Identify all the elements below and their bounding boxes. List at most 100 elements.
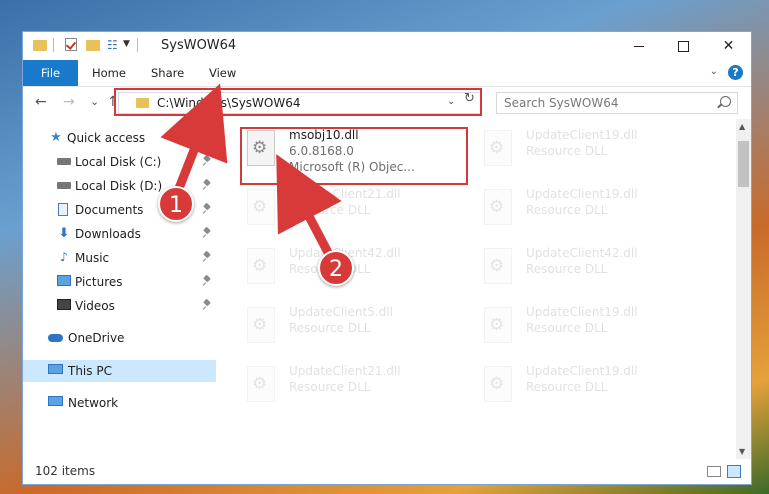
item-count: 102 items xyxy=(35,464,96,478)
file-item[interactable]: UpdateClient19.dll Resource DLL xyxy=(478,181,703,233)
file-name: UpdateClient19.dll xyxy=(526,187,638,201)
sidebar-item-network[interactable]: Network xyxy=(23,392,216,414)
file-item[interactable]: UpdateClient42.dll Resource DLL xyxy=(478,240,703,292)
properties-check-icon[interactable] xyxy=(65,38,77,51)
step-badge-2: 2 xyxy=(318,250,354,286)
sidebar-item-label: This PC xyxy=(68,364,112,378)
minimize-button[interactable] xyxy=(616,32,661,60)
star-icon: ★ xyxy=(50,130,62,145)
maximize-button[interactable] xyxy=(661,32,706,60)
sidebar-item-label: Pictures xyxy=(75,275,123,289)
tab-view[interactable]: View xyxy=(209,60,236,86)
file-item[interactable]: UpdateClient19.dll Resource DLL xyxy=(478,358,703,410)
new-folder-icon[interactable] xyxy=(86,40,100,51)
disk-icon xyxy=(57,158,71,165)
dll-file-icon xyxy=(484,130,512,166)
file-type: Resource DLL xyxy=(289,321,371,335)
help-icon[interactable]: ? xyxy=(728,65,743,80)
properties-icon[interactable]: ☷ xyxy=(107,39,121,51)
expand-ribbon-chevron-icon[interactable]: ⌄ xyxy=(710,66,718,77)
forward-button[interactable]: → xyxy=(63,94,75,110)
network-icon xyxy=(48,396,63,406)
sidebar-item-this-pc[interactable]: This PC xyxy=(23,360,216,382)
dll-file-icon xyxy=(484,307,512,343)
file-item[interactable]: UpdateClient19.dll Resource DLL xyxy=(478,299,703,351)
sidebar-item-label: Local Disk (C:) xyxy=(75,155,162,169)
divider xyxy=(53,38,54,52)
file-item[interactable]: UpdateClient19.dll Resource DLL xyxy=(478,122,703,174)
sidebar-item-local-disk-c[interactable]: Local Disk (C:) xyxy=(23,151,216,173)
file-type: Resource DLL xyxy=(289,380,371,394)
dll-file-icon xyxy=(484,189,512,225)
file-item[interactable]: UpdateClient5.dll Resource DLL xyxy=(241,299,466,351)
maximize-icon xyxy=(678,40,689,52)
music-icon: ♪ xyxy=(60,250,68,264)
sidebar-item-downloads[interactable]: ⬇ Downloads xyxy=(23,223,216,245)
back-button[interactable]: ← xyxy=(35,94,47,110)
videos-icon xyxy=(57,299,71,310)
pin-icon[interactable] xyxy=(203,252,211,261)
sidebar-item-label: Documents xyxy=(75,203,144,217)
download-icon: ⬇ xyxy=(58,226,70,241)
file-type: Resource DLL xyxy=(526,321,608,335)
file-type: Resource DLL xyxy=(289,203,371,217)
file-type: Resource DLL xyxy=(526,380,608,394)
sidebar-item-label: Music xyxy=(75,251,110,265)
close-button[interactable]: ✕ xyxy=(706,32,751,60)
sidebar-item-label: Videos xyxy=(75,299,115,313)
scroll-down-icon[interactable]: ▼ xyxy=(739,447,745,456)
sidebar-item-label: Quick access xyxy=(67,131,146,145)
file-name: UpdateClient42.dll xyxy=(526,246,638,260)
tab-share[interactable]: Share xyxy=(151,60,184,86)
pin-icon[interactable] xyxy=(203,300,211,309)
sidebar-item-videos[interactable]: Videos xyxy=(23,295,216,317)
title-bar: ☷ ▼ SysWOW64 ✕ xyxy=(23,32,751,60)
vertical-scrollbar[interactable]: ▲ ▼ xyxy=(736,119,751,459)
file-highlight-box xyxy=(240,127,468,185)
folder-icon xyxy=(33,40,47,51)
pictures-icon xyxy=(57,275,71,286)
computer-icon xyxy=(48,364,63,374)
pin-icon[interactable] xyxy=(203,204,211,213)
pin-icon[interactable] xyxy=(203,228,211,237)
recent-locations-button[interactable]: ⌄ xyxy=(90,95,99,108)
sidebar-item-label: OneDrive xyxy=(68,331,125,345)
file-item[interactable]: UpdateClient21.dll Resource DLL xyxy=(241,181,466,233)
cloud-icon xyxy=(48,334,63,342)
dll-file-icon xyxy=(247,366,275,402)
search-placeholder: Search SysWOW64 xyxy=(504,96,619,110)
divider xyxy=(137,38,138,52)
file-item[interactable]: UpdateClient21.dll Resource DLL xyxy=(241,358,466,410)
search-icon[interactable] xyxy=(720,96,731,107)
minimize-icon xyxy=(633,45,644,47)
sidebar-item-label: Local Disk (D:) xyxy=(75,179,163,193)
pin-icon[interactable] xyxy=(203,180,211,189)
sidebar-item-quick-access[interactable]: ★ Quick access xyxy=(23,127,216,149)
file-type: Resource DLL xyxy=(526,144,608,158)
tab-file[interactable]: File xyxy=(23,60,78,86)
ribbon: File Home Share View ⌄ ? xyxy=(23,60,751,87)
scroll-thumb[interactable] xyxy=(738,141,749,187)
tiles-view-icon[interactable] xyxy=(727,465,741,478)
dll-file-icon xyxy=(247,248,275,284)
scroll-up-icon[interactable]: ▲ xyxy=(739,122,745,131)
search-input[interactable]: Search SysWOW64 xyxy=(496,92,738,114)
details-view-icon[interactable] xyxy=(707,466,721,477)
dll-file-icon xyxy=(484,366,512,402)
tab-home[interactable]: Home xyxy=(92,60,126,86)
dll-file-icon xyxy=(247,307,275,343)
chevron-down-icon[interactable]: ▼ xyxy=(123,39,130,55)
file-name: UpdateClient19.dll xyxy=(526,128,638,142)
dll-file-icon xyxy=(484,248,512,284)
pin-icon[interactable] xyxy=(203,276,211,285)
address-highlight-box xyxy=(114,88,482,116)
file-name: UpdateClient19.dll xyxy=(526,364,638,378)
sidebar-item-label: Downloads xyxy=(75,227,141,241)
sidebar-item-music[interactable]: ♪ Music xyxy=(23,247,216,269)
file-type: Resource DLL xyxy=(526,203,608,217)
step-badge-1: 1 xyxy=(158,186,194,222)
sidebar-item-onedrive[interactable]: OneDrive xyxy=(23,327,216,349)
pin-icon[interactable] xyxy=(203,156,211,165)
sidebar-item-pictures[interactable]: Pictures xyxy=(23,271,216,293)
window-title: SysWOW64 xyxy=(161,38,237,53)
